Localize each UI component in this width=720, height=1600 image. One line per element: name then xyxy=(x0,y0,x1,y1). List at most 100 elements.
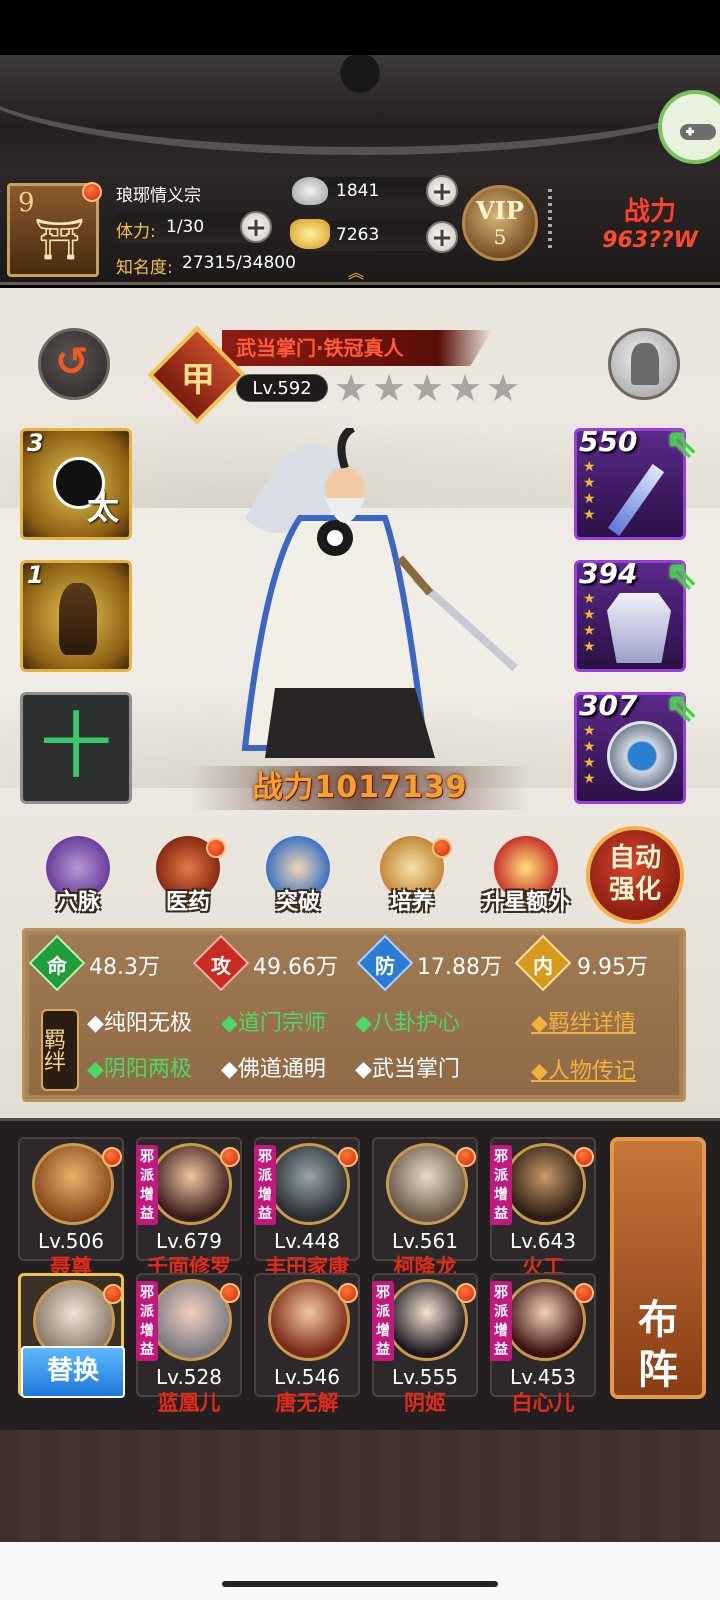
vip-label: VIP xyxy=(476,196,524,225)
bond-item: ◆八卦护心 xyxy=(355,1011,460,1036)
hero-portrait-button[interactable] xyxy=(608,328,680,400)
auto-enhance-label-2: 强化 xyxy=(608,875,661,905)
auto-enhance-button[interactable]: 自动 强化 xyxy=(586,826,684,924)
expand-chevron-icon[interactable]: ︽ xyxy=(348,259,364,283)
star-icon: ★ xyxy=(334,366,369,410)
roster-level: Lv.679 xyxy=(156,1229,222,1253)
gold-ingot-icon xyxy=(290,219,330,249)
notification-dot xyxy=(338,1147,358,1167)
faction-tag: 邪派增益 xyxy=(490,1145,512,1225)
bond-item: ◆纯阳无极 xyxy=(87,1011,192,1036)
add-stamina-button[interactable]: + xyxy=(240,211,272,243)
notification-dot xyxy=(103,1284,123,1304)
bond-detail-link[interactable]: ◆羁绊详情 xyxy=(531,1005,636,1037)
hero-figure-image xyxy=(205,424,525,768)
inner-power-value: 9.95万 xyxy=(577,955,648,980)
sword-icon xyxy=(607,464,665,536)
notification-dot xyxy=(220,1147,240,1167)
roster-card[interactable]: 邪派增益 Lv.448 丰田家康 xyxy=(254,1137,360,1279)
return-arrow-icon: ↺ xyxy=(55,339,89,385)
attack-glyph: 攻 xyxy=(211,953,231,978)
skill-slot-1[interactable]: 3 太 xyxy=(20,428,132,540)
notification-dot xyxy=(574,1147,594,1167)
bond-item: ◆佛道通明 xyxy=(221,1057,326,1082)
roster-card[interactable]: Lv.546 唐无解 xyxy=(254,1273,360,1415)
hero-silhouette-icon xyxy=(631,343,659,385)
fame-value: 27315/34800 xyxy=(182,253,296,273)
skill-glyph: 太 xyxy=(86,489,119,527)
home-indicator[interactable] xyxy=(222,1581,498,1587)
notification-dot xyxy=(206,838,226,858)
meridian-button[interactable]: 穴脉 xyxy=(36,836,120,920)
player-avatar[interactable]: 9 ⛩ xyxy=(7,182,102,277)
fame-label: 知名度: xyxy=(116,258,173,278)
roster-card[interactable]: Lv.561 柯降龙 xyxy=(372,1137,478,1279)
breakthrough-button[interactable]: 突破 xyxy=(256,836,340,920)
stamina-value: 1/30 xyxy=(166,217,205,237)
gamepad-icon[interactable] xyxy=(658,90,720,164)
add-skill-button[interactable]: 十 xyxy=(20,692,132,804)
hp-glyph: 命 xyxy=(47,953,67,978)
star-icon: ★ xyxy=(372,366,407,410)
star-up-extra-button[interactable]: 升星额外 xyxy=(476,836,576,920)
silver-ingot-icon xyxy=(292,177,328,205)
martial-pose-skill-icon xyxy=(59,583,97,655)
roster-name: 白心儿 xyxy=(511,1391,575,1415)
power-label: 战力 xyxy=(623,197,676,227)
defense-value: 17.88万 xyxy=(417,955,502,980)
star-icon: ★ xyxy=(410,366,445,410)
game-screen: 9 ⛩ 琅琊情义宗 体力: 1/30 + 知名度: 27315/34800 ︽ … xyxy=(0,0,720,1600)
taiji-shield-icon xyxy=(607,721,677,791)
hero-roster: Lv.506 聂尊 邪派增益 Lv.679 千面修罗 邪派增益 Lv.448 丰… xyxy=(0,1118,720,1430)
roof-ornament xyxy=(312,55,408,115)
system-nav-bar xyxy=(0,1542,720,1600)
equip-stars: ★ ★ ★ ★ xyxy=(583,723,596,787)
upgrade-arrow-icon: ⇖ xyxy=(665,553,699,599)
equip-slot-weapon[interactable]: 550 ★ ★ ★ ★ ⇖ xyxy=(574,421,699,540)
faction-tag: 邪派增益 xyxy=(372,1281,394,1361)
roster-card[interactable]: 邪派增益 Lv.453 白心儿 xyxy=(490,1273,596,1415)
roster-card[interactable]: 邪派增益 Lv.643 火工 xyxy=(490,1137,596,1279)
temple-roof-background xyxy=(0,55,720,175)
rank-glyph: 甲 xyxy=(181,360,215,400)
notification-dot xyxy=(456,1283,476,1303)
skill-slot-2[interactable]: 1 xyxy=(20,560,132,672)
notification-dot xyxy=(432,838,452,858)
roster-card[interactable]: 邪派增益 Lv.528 蓝凰儿 xyxy=(136,1273,242,1415)
roster-level: Lv.643 xyxy=(510,1229,576,1253)
faction-tag: 邪派增益 xyxy=(254,1145,276,1225)
swap-button[interactable]: 替换 xyxy=(21,1346,125,1398)
notification-dot xyxy=(574,1283,594,1303)
guild-name: 琅琊情义宗 xyxy=(116,186,201,206)
hero-title: 武当掌门·铁冠真人 xyxy=(236,336,404,360)
defense-glyph: 防 xyxy=(375,953,395,978)
vip-badge[interactable]: VIP 5 xyxy=(462,185,538,261)
roster-card[interactable]: 邪派增益 Lv.679 千面修罗 xyxy=(136,1137,242,1279)
cultivate-label: 培养 xyxy=(389,890,434,915)
biography-link[interactable]: ◆人物传记 xyxy=(531,1053,636,1085)
current-hero-card[interactable]: 替换 xyxy=(18,1273,125,1398)
status-bar xyxy=(0,0,720,55)
bond-item: ◆武当掌门 xyxy=(355,1057,460,1082)
roster-level: Lv.453 xyxy=(510,1365,576,1389)
medicine-button[interactable]: 医药 xyxy=(146,836,230,920)
stamina-label: 体力: xyxy=(116,222,156,242)
cultivate-button[interactable]: 培养 xyxy=(370,836,454,920)
back-button[interactable]: ↺ xyxy=(38,328,110,400)
divider xyxy=(548,189,552,249)
equip-slot-accessory[interactable]: 307 ★ ★ ★ ★ ⇖ xyxy=(574,685,699,804)
equip-slot-armor[interactable]: 394 ★ ★ ★ ★ ⇖ xyxy=(574,553,699,672)
roster-level: Lv.546 xyxy=(274,1365,340,1389)
roster-card[interactable]: 邪派增益 Lv.555 阴姬 xyxy=(372,1273,478,1415)
add-gold-button[interactable]: + xyxy=(426,221,458,253)
roster-card[interactable]: Lv.506 聂尊 xyxy=(18,1137,124,1279)
roster-level: Lv.528 xyxy=(156,1365,222,1389)
breakthrough-label: 突破 xyxy=(275,890,320,915)
faction-tag: 邪派增益 xyxy=(136,1281,158,1361)
add-silver-button[interactable]: + xyxy=(426,175,458,207)
temple-icon: ⛩ xyxy=(34,217,85,263)
notification-dot xyxy=(82,182,102,202)
formation-button[interactable]: 布 阵 xyxy=(610,1137,706,1399)
hp-value: 48.3万 xyxy=(89,955,160,980)
notification-dot xyxy=(456,1147,476,1167)
